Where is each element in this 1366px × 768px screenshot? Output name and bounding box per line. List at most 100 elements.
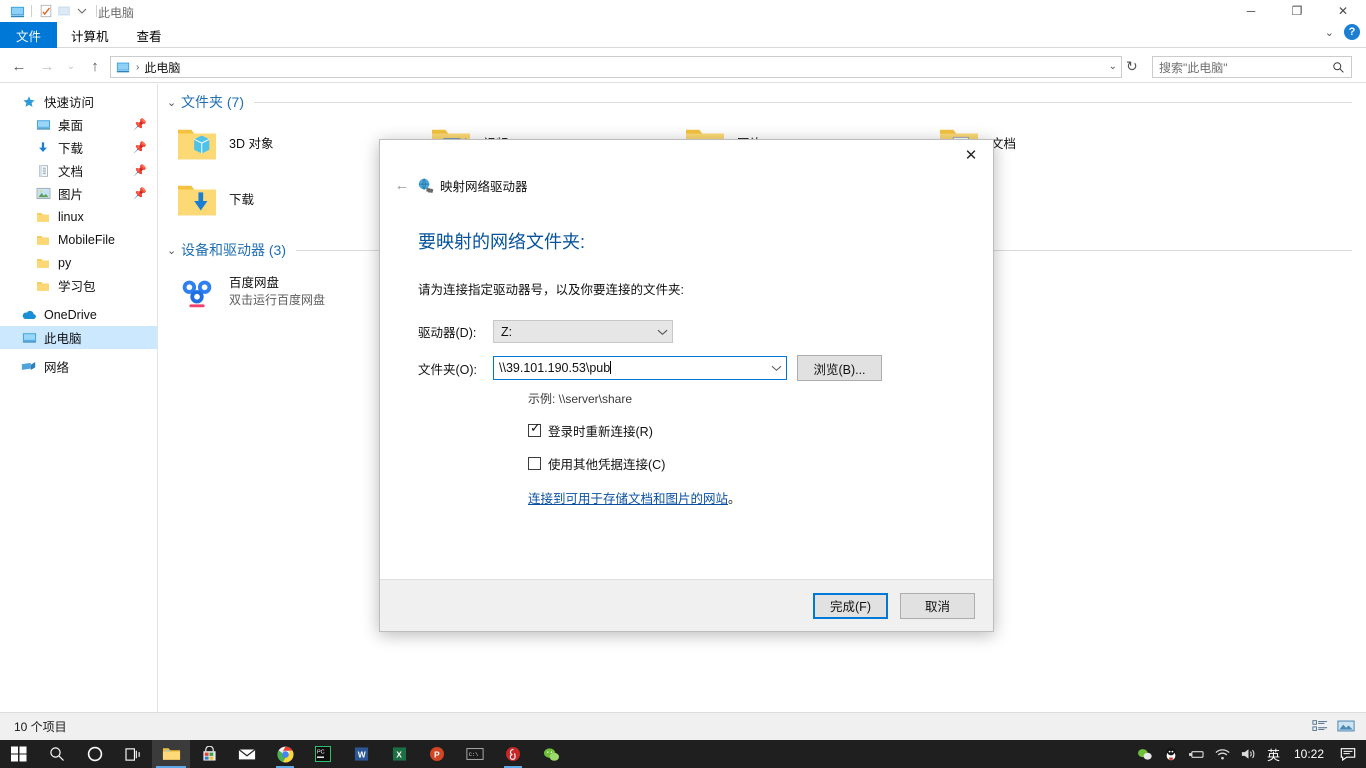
sidebar-item-py[interactable]: py (0, 251, 157, 274)
large-icons-view-icon[interactable] (1336, 717, 1356, 735)
finish-button[interactable]: 完成(F) (813, 592, 888, 619)
chevron-down-icon[interactable]: ⌄ (167, 244, 181, 257)
chevron-down-icon[interactable]: ⌄ (167, 96, 181, 109)
pictures-icon (34, 186, 52, 202)
breadcrumb[interactable]: 此电脑 (144, 59, 180, 76)
ribbon-right-controls[interactable]: ⌄ ? (1325, 24, 1360, 40)
quick-access-toolbar[interactable] (8, 2, 102, 20)
folder-input[interactable]: \\39.101.190.53\pub (493, 356, 787, 380)
taskbar-netease-music[interactable] (494, 740, 532, 768)
taskbar-word[interactable]: W (342, 740, 380, 768)
list-item-label: 文档 (991, 136, 1017, 151)
reconnect-checkbox[interactable] (528, 421, 541, 437)
sidebar-item-study-pack[interactable]: 学习包 (0, 274, 157, 297)
chevron-down-icon[interactable]: ⌄ (1325, 26, 1334, 39)
qq-tray-icon[interactable] (1159, 740, 1183, 768)
pycharm-icon: PC (315, 746, 331, 762)
recent-locations-button[interactable]: ⌄ (62, 53, 80, 79)
navigation-buttons[interactable]: ← → ⌄ ↑ (6, 53, 108, 79)
new-folder-icon[interactable] (55, 2, 73, 20)
list-item[interactable]: 3D 对象 (159, 116, 413, 172)
sidebar-item-onedrive[interactable]: OneDrive (0, 303, 157, 326)
sidebar-item-mobilefile[interactable]: MobileFile (0, 228, 157, 251)
back-arrow-icon[interactable]: ← (388, 177, 416, 194)
pin-icon[interactable]: 📌 (133, 141, 147, 154)
customize-dropdown-icon[interactable] (73, 2, 91, 20)
tab-computer[interactable]: 计算机 (57, 22, 123, 48)
list-item[interactable]: 下载 (159, 172, 413, 228)
search-input[interactable]: 搜索"此电脑" (1159, 59, 1332, 76)
taskbar-excel[interactable]: X (380, 740, 418, 768)
other-credentials-checkbox[interactable] (528, 457, 541, 470)
sidebar-item-quick-access[interactable]: 快速访问 (0, 90, 157, 113)
action-center-icon[interactable] (1334, 740, 1362, 768)
chevron-down-icon[interactable]: ⌄ (1109, 61, 1117, 72)
sidebar-item-desktop[interactable]: 桌面 📌 (0, 113, 157, 136)
connect-website-link[interactable]: 连接到可用于存储文档和图片的网站 (528, 492, 728, 506)
system-tray[interactable]: 英 10:22 (1133, 740, 1366, 768)
search-box[interactable]: 搜索"此电脑" (1152, 56, 1352, 78)
sidebar-item-this-pc[interactable]: 此电脑 (0, 326, 157, 349)
address-bar[interactable]: › 此电脑 ⌄ (110, 56, 1122, 78)
view-mode-buttons[interactable] (1310, 717, 1356, 735)
pin-icon[interactable]: 📌 (133, 118, 147, 131)
taskbar-task-view[interactable] (114, 740, 152, 768)
minimize-button[interactable]: ─ (1228, 0, 1274, 22)
reconnect-checkbox-row[interactable]: 登录时重新连接(R) (528, 421, 955, 440)
sidebar-item-pictures[interactable]: 图片 📌 (0, 182, 157, 205)
taskbar-chrome[interactable] (266, 740, 304, 768)
map-network-drive-dialog[interactable]: ✕ ← 映射网络驱动器 要映射的网络文件夹: 请为连接指定驱动器号，以及你要连接… (379, 139, 994, 632)
usb-eject-icon[interactable] (1185, 740, 1209, 768)
pc-icon (115, 59, 131, 75)
properties-icon[interactable] (37, 2, 55, 20)
ime-indicator[interactable]: 英 (1263, 745, 1284, 764)
volume-icon[interactable] (1237, 740, 1261, 768)
cancel-button[interactable]: 取消 (900, 592, 975, 619)
sidebar-item-documents[interactable]: 文档 📌 (0, 159, 157, 182)
taskbar-cortana[interactable] (76, 740, 114, 768)
text-caret (610, 361, 612, 374)
sidebar-item-linux[interactable]: linux (0, 205, 157, 228)
taskbar-powerpoint[interactable]: P (418, 740, 456, 768)
chevron-down-icon[interactable] (657, 328, 668, 336)
chevron-down-icon[interactable] (771, 364, 782, 372)
drive-select[interactable]: Z: (493, 320, 673, 343)
wifi-icon[interactable] (1211, 740, 1235, 768)
wechat-tray-icon[interactable] (1133, 740, 1157, 768)
forward-button[interactable]: → (34, 53, 60, 79)
sidebar-item-downloads[interactable]: 下载 📌 (0, 136, 157, 159)
taskbar[interactable]: PC W X P C:\ 英 10:22 (0, 740, 1366, 768)
taskbar-cmd[interactable]: C:\ (456, 740, 494, 768)
pin-icon[interactable]: 📌 (133, 187, 147, 200)
other-credentials-checkbox-row[interactable]: 使用其他凭据连接(C) (528, 454, 955, 473)
ribbon-bar: 文件 计算机 查看 ⌄ ? (0, 22, 1366, 48)
close-button[interactable]: ✕ (1320, 0, 1366, 22)
group-folders-header[interactable]: ⌄ 文件夹 (7) (167, 92, 1366, 112)
dialog-close-button[interactable]: ✕ (949, 140, 993, 170)
taskbar-pycharm[interactable]: PC (304, 740, 342, 768)
windows-start-button[interactable] (0, 740, 38, 768)
help-icon[interactable]: ? (1344, 24, 1360, 40)
window-controls[interactable]: ─ ❐ ✕ (1228, 0, 1366, 22)
taskbar-wechat[interactable] (532, 740, 570, 768)
details-view-icon[interactable] (1310, 717, 1330, 735)
back-button[interactable]: ← (6, 53, 32, 79)
navigation-pane[interactable]: 快速访问 桌面 📌 下载 📌 文档 📌 图片 📌 linux MobileFil… (0, 84, 158, 712)
pin-icon[interactable]: 📌 (133, 164, 147, 177)
taskbar-mail[interactable] (228, 740, 266, 768)
taskbar-microsoft-store[interactable] (190, 740, 228, 768)
taskbar-file-explorer[interactable] (152, 740, 190, 768)
taskbar-search[interactable] (38, 740, 76, 768)
connect-website-link-wrap[interactable]: 连接到可用于存储文档和图片的网站。 (528, 488, 955, 507)
maximize-button[interactable]: ❐ (1274, 0, 1320, 22)
sidebar-item-network[interactable]: 网络 (0, 355, 157, 378)
tab-view[interactable]: 查看 (123, 22, 176, 48)
ribbon-tabs[interactable]: 文件 计算机 查看 (0, 22, 1366, 48)
list-item[interactable]: 百度网盘 双击运行百度网盘 (159, 264, 413, 320)
refresh-button[interactable]: ↻ (1126, 58, 1138, 75)
tab-file[interactable]: 文件 (0, 22, 58, 48)
taskbar-items[interactable]: PC W X P C:\ (0, 740, 570, 768)
up-button[interactable]: ↑ (82, 53, 108, 79)
browse-button[interactable]: 浏览(B)... (797, 355, 882, 381)
clock[interactable]: 10:22 (1286, 747, 1332, 761)
